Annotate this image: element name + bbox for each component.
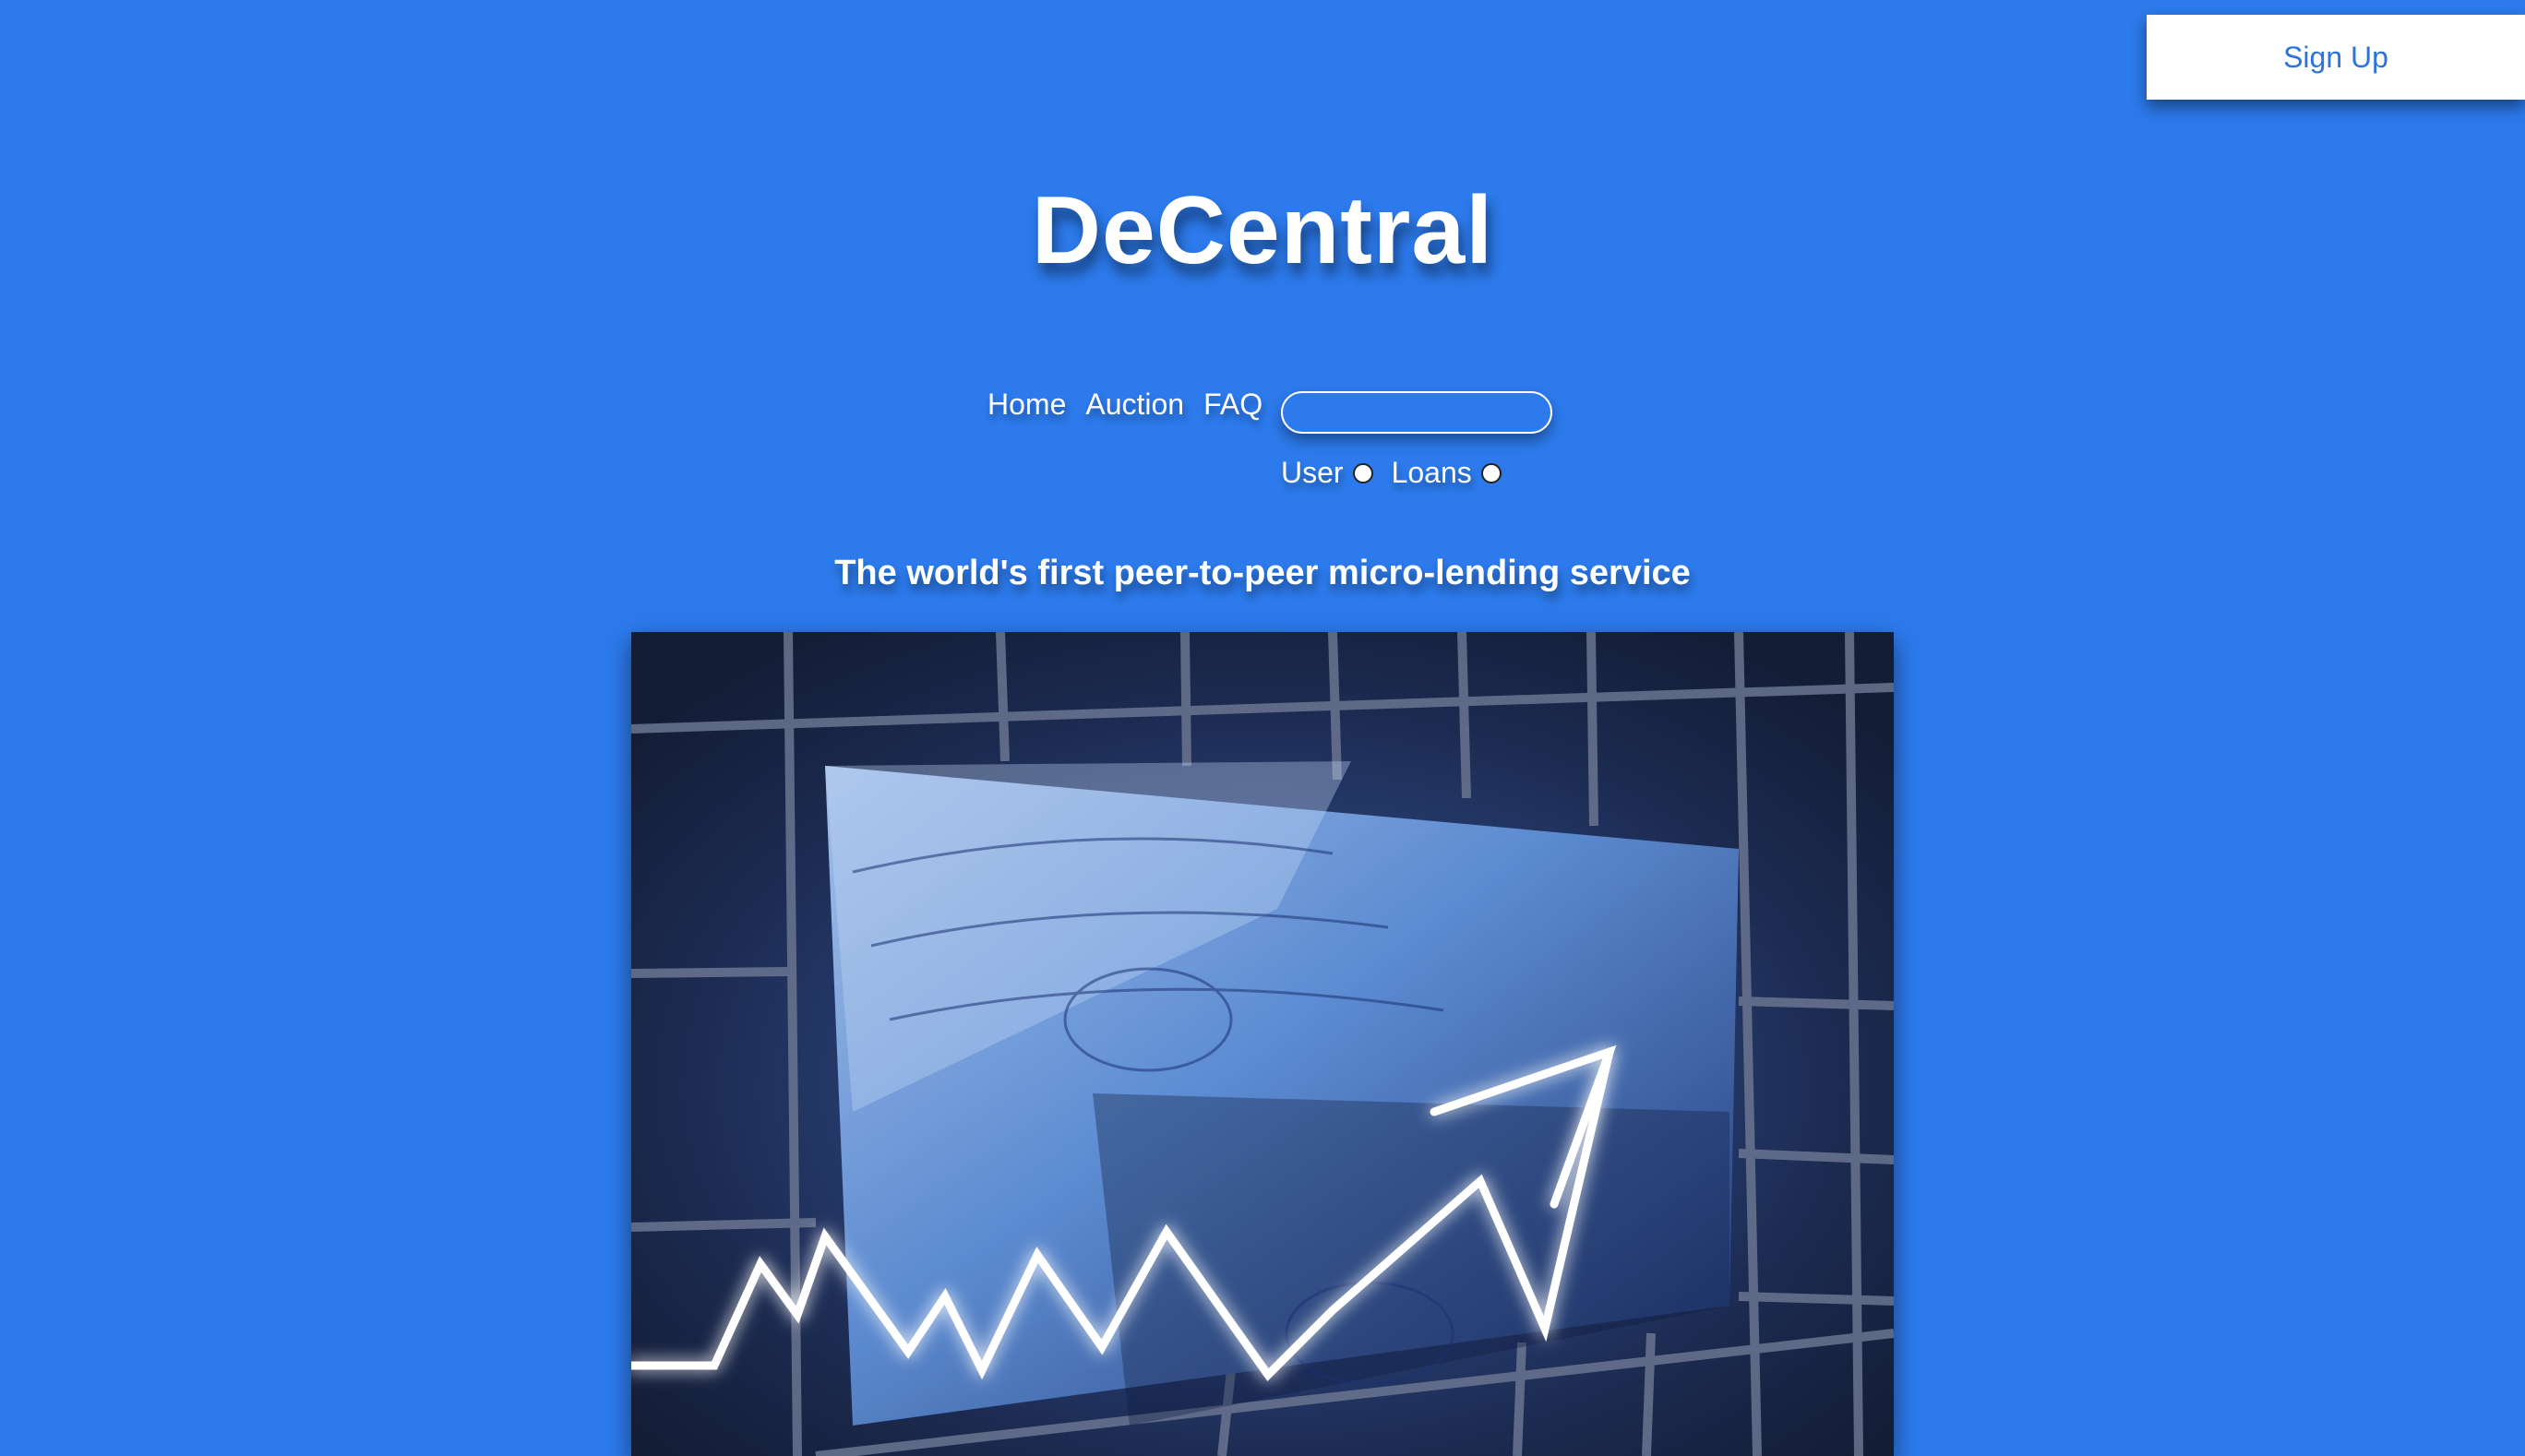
nav-faq-link[interactable]: FAQ bbox=[1203, 388, 1262, 422]
radio-label-user: User bbox=[1281, 456, 1344, 489]
sign-up-button[interactable]: Sign Up bbox=[2147, 15, 2525, 100]
main-nav: Home Auction FAQ bbox=[987, 388, 1282, 422]
radio-loans[interactable] bbox=[1480, 462, 1502, 483]
nav-home-link[interactable]: Home bbox=[987, 388, 1066, 422]
search-type-radio-group: User Loans bbox=[1281, 456, 1520, 490]
search-input[interactable] bbox=[1281, 391, 1552, 434]
hero-image bbox=[631, 632, 1894, 1456]
radio-user[interactable] bbox=[1352, 462, 1373, 483]
site-title: DeCentral bbox=[1031, 177, 1494, 284]
radio-label-loans: Loans bbox=[1391, 456, 1472, 489]
nav-auction-link[interactable]: Auction bbox=[1085, 388, 1184, 422]
tagline: The world's first peer-to-peer micro-len… bbox=[834, 554, 1691, 592]
